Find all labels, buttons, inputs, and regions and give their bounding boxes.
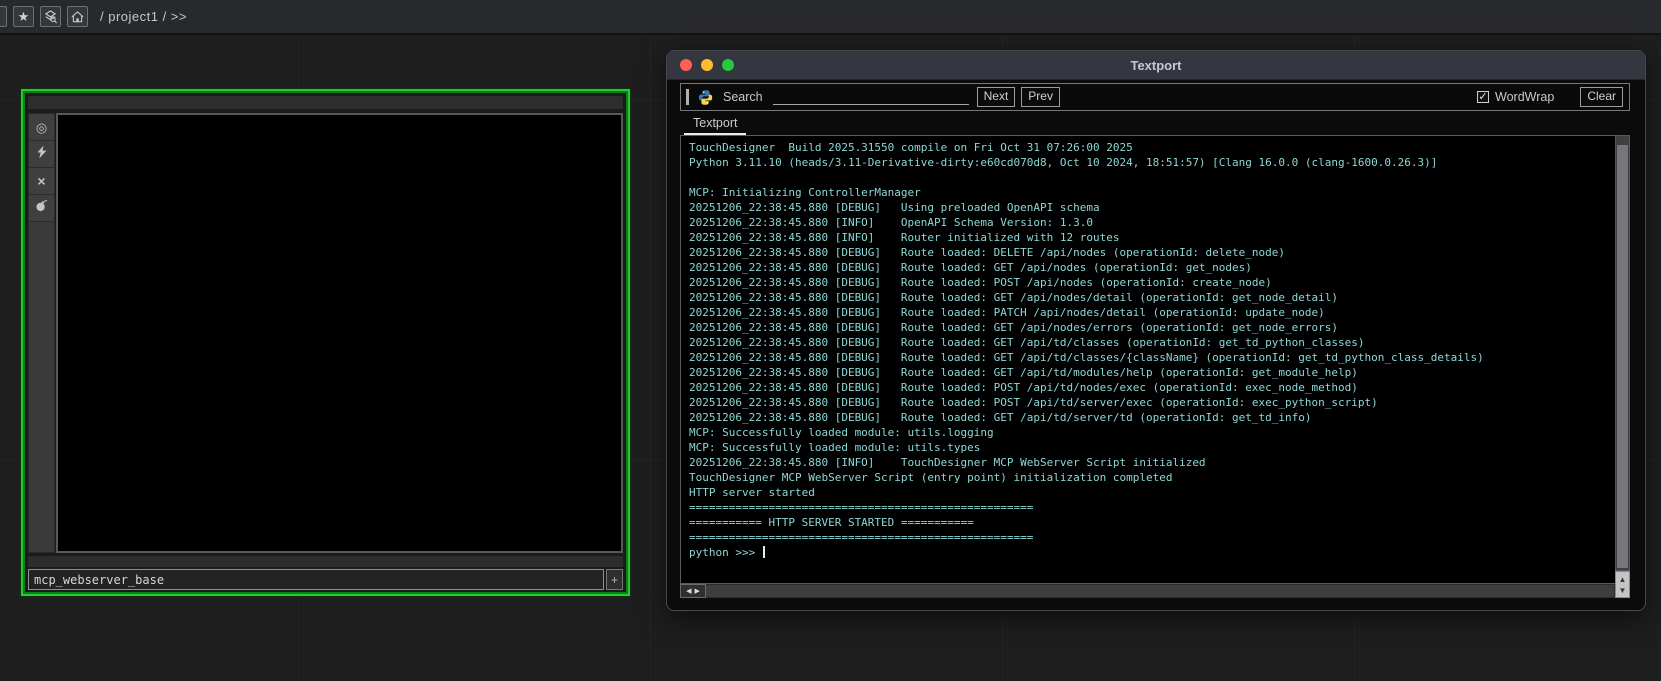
console-line: 20251206_22:38:45.880 [INFO] TouchDesign… bbox=[689, 456, 1206, 469]
node-flag-column: ◎ × bbox=[28, 113, 55, 553]
viewer-flag-button[interactable]: ◎ bbox=[29, 114, 54, 141]
textport-titlebar[interactable]: Textport bbox=[667, 51, 1645, 80]
tab-textport[interactable]: Textport bbox=[684, 114, 747, 135]
node-name-field[interactable] bbox=[28, 569, 604, 590]
node-mcp-webserver-base[interactable]: ◎ × + bbox=[21, 89, 630, 596]
console-line: 20251206_22:38:45.880 [DEBUG] Route load… bbox=[689, 411, 1312, 424]
console-line: Python 3.11.10 (heads/3.11-Derivative-di… bbox=[689, 156, 1438, 169]
console-line: 20251206_22:38:45.880 [DEBUG] Route load… bbox=[689, 351, 1484, 364]
toolbar-button-partial[interactable] bbox=[0, 6, 7, 27]
scroll-down-icon: ▼ bbox=[1618, 585, 1627, 595]
bypass-flag-button[interactable] bbox=[29, 195, 54, 222]
console-line: 20251206_22:38:45.880 [INFO] OpenAPI Sch… bbox=[689, 216, 1093, 229]
search-input[interactable] bbox=[772, 89, 969, 105]
console-line: MCP: Successfully loaded module: utils.t… bbox=[689, 441, 981, 454]
console-line: TouchDesigner MCP WebServer Script (entr… bbox=[689, 471, 1173, 484]
check-icon: ✓ bbox=[1478, 91, 1488, 103]
vertical-scrollbar[interactable] bbox=[1615, 135, 1630, 571]
console-line: 20251206_22:38:45.880 [DEBUG] Route load… bbox=[689, 276, 1272, 289]
console-line: 20251206_22:38:45.880 [DEBUG] Route load… bbox=[689, 261, 1252, 274]
top-toolbar: ★ / project1 / >> bbox=[0, 0, 1661, 35]
vscroll-thumb[interactable] bbox=[1617, 145, 1628, 568]
expand-parameters-button[interactable]: + bbox=[606, 569, 623, 590]
console-line: ========================================… bbox=[689, 531, 1034, 544]
textport-search-toolbar: Search Next Prev ✓ WordWrap Clear bbox=[680, 83, 1630, 111]
console-output[interactable]: TouchDesigner Build 2025.31550 compile o… bbox=[680, 135, 1615, 584]
horizontal-scrollbar[interactable]: ◀ ▶ bbox=[680, 584, 1615, 598]
next-button[interactable]: Next bbox=[976, 87, 1016, 107]
star-button[interactable]: ★ bbox=[13, 6, 34, 27]
console-line: =========== HTTP SERVER STARTED ========… bbox=[689, 516, 974, 529]
plus-icon: + bbox=[610, 572, 618, 587]
drag-handle[interactable] bbox=[686, 89, 689, 105]
bullseye-icon: ◎ bbox=[35, 119, 48, 135]
console-line: 20251206_22:38:45.880 [DEBUG] Route load… bbox=[689, 306, 1325, 319]
scroll-up-icon: ▲ bbox=[1618, 574, 1627, 584]
touchdesigner-screen: ★ / project1 / >> ◎ × mcp_webserver_base… bbox=[0, 0, 1661, 681]
node-header-strip bbox=[28, 96, 623, 109]
console-line: 20251206_22:38:45.880 [DEBUG] Route load… bbox=[689, 366, 1358, 379]
palette-search-icon bbox=[43, 9, 58, 24]
scroll-left-icon: ◀ bbox=[686, 588, 692, 595]
bomb-icon bbox=[35, 199, 48, 217]
python-icon bbox=[697, 89, 714, 106]
console-line: MCP: Successfully loaded module: utils.l… bbox=[689, 426, 994, 439]
node-viewer[interactable] bbox=[56, 113, 623, 553]
home-button[interactable] bbox=[67, 6, 88, 27]
console-line: 20251206_22:38:45.880 [INFO] Router init… bbox=[689, 231, 1120, 244]
console-line: 20251206_22:38:45.880 [DEBUG] Route load… bbox=[689, 381, 1358, 394]
render-flag-button[interactable] bbox=[29, 141, 54, 168]
scroll-right-icon: ▶ bbox=[694, 588, 700, 595]
prompt-text: python >>> bbox=[689, 546, 762, 559]
clear-button[interactable]: Clear bbox=[1580, 87, 1623, 107]
vscroll-arrow-buttons[interactable]: ▲ ▼ bbox=[1615, 571, 1630, 598]
star-icon: ★ bbox=[17, 8, 30, 24]
home-icon bbox=[70, 9, 85, 24]
python-prompt[interactable]: python >>> bbox=[689, 545, 1609, 560]
textport-tabbar: Textport bbox=[680, 111, 1630, 135]
console-line: 20251206_22:38:45.880 [DEBUG] Route load… bbox=[689, 396, 1378, 409]
text-cursor bbox=[762, 546, 765, 558]
search-label: Search bbox=[723, 90, 763, 104]
hscroll-track[interactable] bbox=[706, 584, 1615, 598]
window-title: Textport bbox=[1130, 57, 1182, 73]
console-line: TouchDesigner Build 2025.31550 compile o… bbox=[689, 141, 1133, 154]
console-line: 20251206_22:38:45.880 [DEBUG] Route load… bbox=[689, 321, 1339, 334]
node-footer-strip bbox=[28, 556, 623, 567]
hscroll-arrow-buttons[interactable]: ◀ ▶ bbox=[680, 584, 706, 598]
wordwrap-label: WordWrap bbox=[1495, 90, 1555, 104]
palette-search-button[interactable] bbox=[40, 6, 61, 27]
console-line: HTTP server started bbox=[689, 486, 815, 499]
lightning-icon bbox=[36, 145, 48, 164]
wordwrap-checkbox[interactable]: ✓ bbox=[1477, 91, 1490, 103]
console-line: ========================================… bbox=[689, 501, 1034, 514]
textport-window: Textport Search Next Prev ✓ WordWrap Cle… bbox=[666, 50, 1646, 611]
console-line: 20251206_22:38:45.880 [DEBUG] Route load… bbox=[689, 291, 1339, 304]
console-line: 20251206_22:38:45.880 [DEBUG] Route load… bbox=[689, 336, 1365, 349]
close-x-icon: × bbox=[37, 173, 46, 189]
prev-button[interactable]: Prev bbox=[1021, 87, 1060, 107]
console-line: MCP: Initializing ControllerManager bbox=[689, 186, 921, 199]
console-line: 20251206_22:38:45.880 [DEBUG] Route load… bbox=[689, 246, 1286, 259]
console-line: 20251206_22:38:45.880 [DEBUG] Using prel… bbox=[689, 201, 1100, 214]
close-flag-button[interactable]: × bbox=[29, 168, 54, 195]
breadcrumb[interactable]: / project1 / >> bbox=[100, 9, 187, 24]
